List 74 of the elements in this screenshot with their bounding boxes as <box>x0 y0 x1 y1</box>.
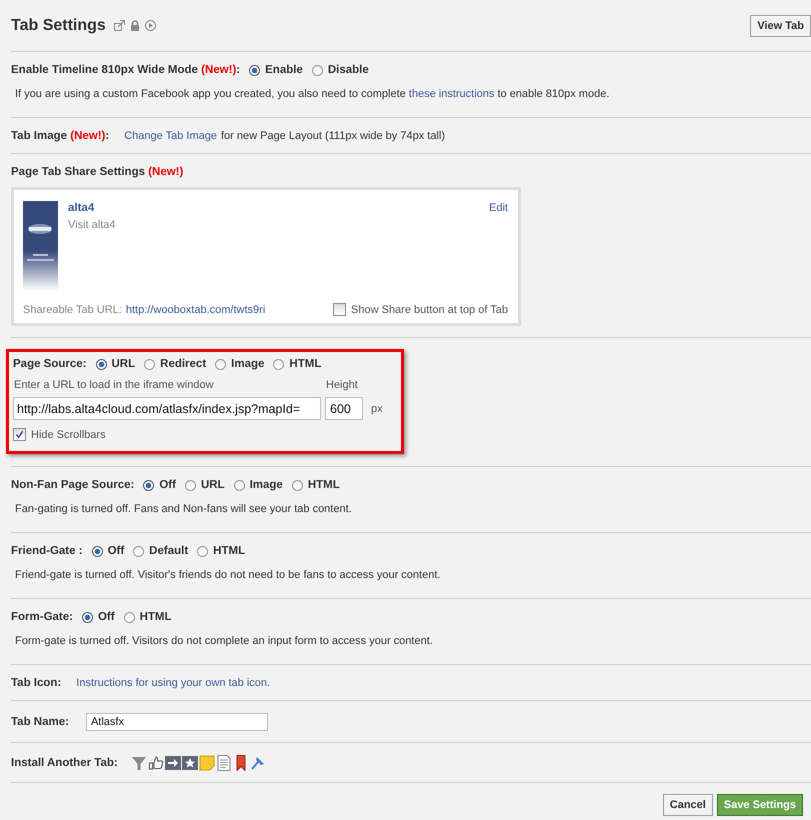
help-text: Friend-gate is turned off. Visitor's friends do not need to be fans to access your content. <box>14 568 442 583</box>
option-label[interactable]: HTML <box>308 479 340 491</box>
link[interactable]: these instructions <box>408 88 494 100</box>
option-label[interactable]: Image <box>231 358 264 370</box>
option-label[interactable]: Off <box>108 545 124 557</box>
page-name-link[interactable]: alta4 <box>68 202 480 214</box>
radio-button[interactable] <box>249 64 260 76</box>
url-link[interactable]: http://wooboxtab.com/twts9ri <box>126 304 266 316</box>
checkbox[interactable] <box>333 303 346 316</box>
radio-button[interactable] <box>144 358 156 370</box>
radio-button[interactable] <box>273 358 284 370</box>
field-label: Page Tab Share Settings (New!) <box>11 166 184 178</box>
option-label[interactable]: HTML <box>289 358 322 370</box>
view-tab-button[interactable]: View Tab <box>750 14 811 36</box>
url-hint: Enter a URL to load in the iframe window <box>13 379 215 391</box>
help-text: Form-gate is turned off. Visitors do not complete an input form to access your content. <box>14 634 434 649</box>
radio-button[interactable] <box>143 480 154 490</box>
option-label[interactable]: Image <box>250 479 283 491</box>
field-label: Install Another Tab: <box>11 757 118 769</box>
field-label: Page Source: <box>13 358 86 370</box>
radio-button[interactable] <box>312 64 323 76</box>
option-label[interactable]: Default <box>149 545 188 557</box>
checkbox-label[interactable]: Show Share button at top of Tab <box>351 304 508 316</box>
pushpin-icon[interactable] <box>250 755 266 771</box>
field-label: Tab Name: <box>11 716 69 728</box>
radio-button[interactable] <box>92 546 103 556</box>
page-title: Tab Settings <box>11 16 106 34</box>
checkmark-icon <box>15 430 24 439</box>
radio-button[interactable] <box>184 480 196 490</box>
url-label: Shareable Tab URL: <box>23 304 122 316</box>
tab-name-field[interactable]: Atlasfx <box>86 713 268 731</box>
radio-button[interactable] <box>133 546 144 556</box>
radio-button[interactable] <box>215 358 226 370</box>
field-label: Form-Gate: <box>11 611 73 623</box>
field-label: Friend-Gate : <box>11 545 83 557</box>
radio-button[interactable] <box>124 612 135 622</box>
url-field[interactable]: http://labs.alta4cloud.com/atlasfx/index.jsp?mapId= <box>13 397 321 420</box>
option-label[interactable]: Off <box>159 479 176 491</box>
field-label: Enable Timeline 810px Wide Mode (New!): <box>11 64 240 76</box>
option-label[interactable]: HTML <box>140 611 172 623</box>
filter-icon[interactable] <box>130 755 147 771</box>
help-text: If you are using a custom Facebook app you created, you also need to complete these instructions to enable 810px mode. <box>14 87 610 102</box>
cancel-button[interactable]: Cancel <box>662 794 713 816</box>
option-label[interactable]: URL <box>112 358 136 370</box>
field-label: Tab Image (New!): <box>11 130 110 142</box>
lock-icon[interactable] <box>130 20 140 31</box>
checkbox-label[interactable]: Hide Scrollbars <box>31 428 106 440</box>
link[interactable]: Instructions for using your own tab icon. <box>76 677 270 689</box>
play-icon[interactable] <box>144 20 156 31</box>
height-field[interactable]: 600 <box>325 397 363 420</box>
radio-button[interactable] <box>96 358 106 370</box>
radio-button[interactable] <box>292 480 303 490</box>
unit-label: px <box>370 402 384 414</box>
option-label[interactable]: HTML <box>213 545 246 557</box>
checkbox[interactable] <box>13 428 26 441</box>
radio-button[interactable] <box>234 480 245 490</box>
field-label: Non-Fan Page Source: <box>11 479 134 491</box>
option-label[interactable]: Redirect <box>160 358 206 370</box>
link[interactable]: Change Tab Image <box>124 130 217 142</box>
option-label[interactable]: Off <box>98 611 115 623</box>
height-label: Height <box>325 379 359 391</box>
help-text: Fan-gating is turned off. Fans and Non-fans will see your tab content. <box>14 502 353 517</box>
option-label[interactable]: Enable <box>265 64 303 76</box>
radio-button[interactable] <box>82 612 93 622</box>
visit-text: Visit alta4 <box>68 219 116 231</box>
external-link-icon[interactable] <box>114 20 125 31</box>
edit-link[interactable]: Edit <box>489 201 508 214</box>
radio-button[interactable] <box>197 546 208 556</box>
field-label: Tab Icon: <box>11 677 62 689</box>
thumbs-up-icon[interactable] <box>148 755 164 771</box>
option-label[interactable]: URL <box>200 479 225 491</box>
description-text: for new Page Layout (111px wide by 74px tall) <box>220 130 445 142</box>
document-icon[interactable] <box>216 755 232 771</box>
option-label[interactable]: Disable <box>328 64 369 76</box>
